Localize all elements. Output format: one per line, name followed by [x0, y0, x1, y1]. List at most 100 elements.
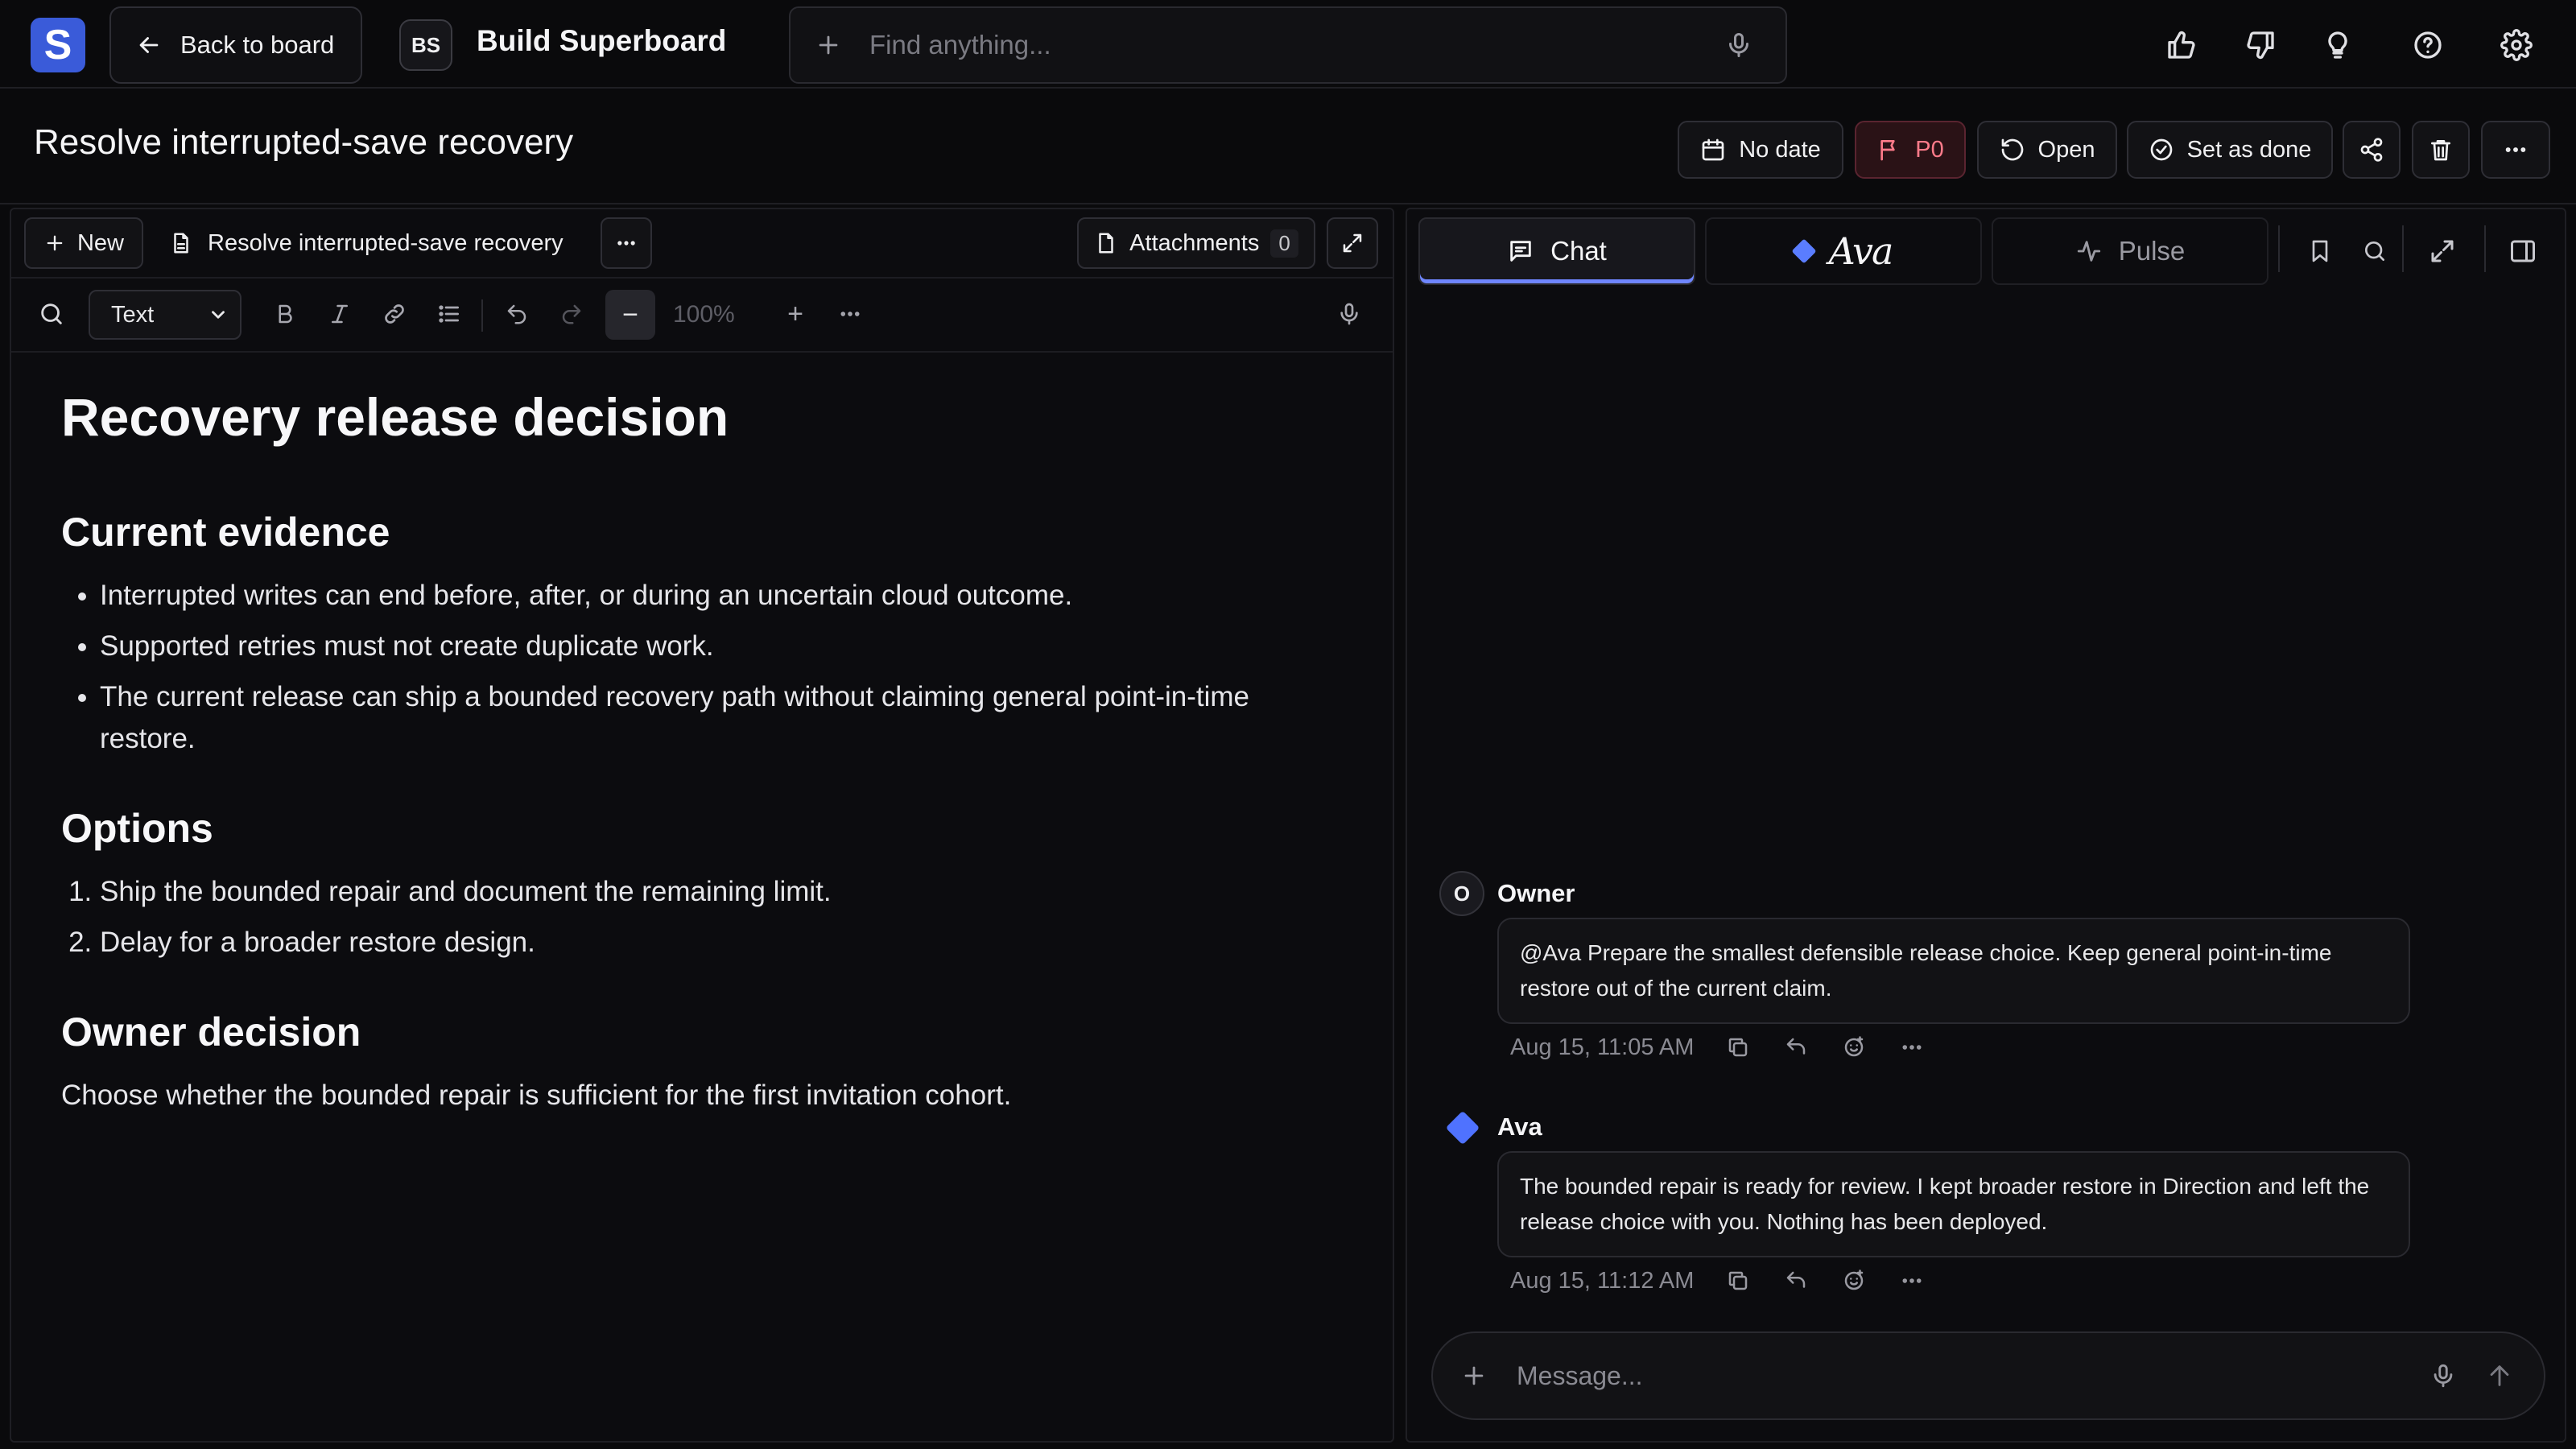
formatting-toolbar: Text − 100% +	[11, 279, 1393, 353]
delete-button[interactable]	[2412, 121, 2470, 179]
numbered-list: Ship the bounded repair and document the…	[61, 871, 1333, 964]
microphone-icon[interactable]	[2429, 1362, 2457, 1389]
message-author: Owner	[1497, 879, 1575, 907]
set-as-done-button[interactable]: Set as done	[2127, 121, 2333, 179]
avatar[interactable]: O	[1439, 871, 1484, 916]
board-avatar[interactable]: BS	[399, 19, 452, 71]
ava-logo-icon	[1791, 238, 1817, 264]
settings-icon[interactable]	[2494, 23, 2539, 68]
text-style-select[interactable]: Text	[89, 290, 242, 340]
lightbulb-icon[interactable]	[2315, 23, 2360, 68]
copy-icon[interactable]	[1724, 1034, 1752, 1061]
document-menu-button[interactable]	[601, 217, 652, 269]
search-input[interactable]	[869, 30, 1697, 60]
chat-panel: Chat Ava Pulse O Owner @Ava Prepare the …	[1406, 208, 2566, 1443]
due-date-label: No date	[1739, 136, 1821, 163]
expand-icon[interactable]	[2420, 229, 2465, 274]
italic-icon[interactable]	[320, 295, 359, 333]
bookmark-icon[interactable]	[2297, 229, 2343, 274]
zoom-out-button[interactable]: −	[605, 290, 655, 340]
document-tab-label: Resolve interrupted-save recovery	[208, 229, 564, 256]
list-item: Interrupted writes can end before, after…	[100, 575, 1333, 617]
zoom-in-button[interactable]: +	[776, 295, 815, 333]
bulleted-list-icon[interactable]	[430, 295, 469, 333]
undo-icon[interactable]	[497, 295, 536, 333]
microphone-icon[interactable]	[1330, 295, 1368, 333]
share-button[interactable]	[2343, 121, 2401, 179]
send-arrow-icon[interactable]	[2486, 1362, 2513, 1389]
plus-icon[interactable]	[815, 31, 842, 59]
bold-icon[interactable]	[266, 295, 304, 333]
attachments-button[interactable]: Attachments 0	[1077, 217, 1315, 269]
priority-button[interactable]: P0	[1855, 121, 1966, 179]
thumbs-up-icon[interactable]	[2159, 23, 2204, 68]
arrow-left-icon	[135, 31, 163, 59]
reply-icon[interactable]	[1782, 1034, 1810, 1061]
ava-avatar-icon[interactable]	[1445, 1110, 1480, 1146]
microphone-icon[interactable]	[1724, 31, 1753, 60]
add-reaction-icon[interactable]	[1840, 1267, 1868, 1294]
more-horizontal-icon[interactable]	[1898, 1267, 1926, 1294]
chevron-down-icon	[208, 304, 229, 325]
paragraph: Choose whether the bounded repair is suf…	[61, 1080, 1012, 1111]
plus-icon	[43, 232, 66, 254]
redo-icon[interactable]	[552, 295, 591, 333]
tab-pulse[interactable]: Pulse	[1992, 217, 2268, 285]
back-to-board-button[interactable]: Back to board	[109, 6, 362, 84]
board-name[interactable]: Build Superboard	[477, 24, 726, 58]
list-item: Supported retries must not create duplic…	[100, 625, 1333, 667]
copy-icon[interactable]	[1724, 1267, 1752, 1294]
zoom-level: 100%	[673, 301, 735, 328]
search-icon[interactable]	[2352, 229, 2397, 274]
status-button[interactable]: Open	[1977, 121, 2117, 179]
toolbar-divider	[481, 299, 483, 332]
back-to-board-label: Back to board	[180, 31, 335, 59]
tab-ava[interactable]: Ava	[1705, 217, 1982, 285]
expand-editor-button[interactable]	[1327, 217, 1378, 269]
document-editor: New Resolve interrupted-save recovery At…	[10, 208, 1394, 1443]
help-icon[interactable]	[2405, 23, 2450, 68]
search-bar[interactable]	[789, 6, 1787, 84]
task-title[interactable]: Resolve interrupted-save recovery	[34, 122, 573, 163]
new-document-button[interactable]: New	[24, 217, 143, 269]
list-item: Ship the bounded repair and document the…	[100, 871, 1333, 913]
reply-icon[interactable]	[1782, 1267, 1810, 1294]
list-item: The current release can ship a bounded r…	[100, 676, 1333, 760]
more-horizontal-icon[interactable]	[831, 295, 869, 333]
more-horizontal-icon	[2503, 137, 2529, 163]
bulleted-list: Interrupted writes can end before, after…	[61, 575, 1333, 760]
document-tab[interactable]: Resolve interrupted-save recovery	[169, 217, 564, 269]
message-timestamp: Aug 15, 11:12 AM	[1510, 1267, 1695, 1294]
section-heading: Owner decision	[61, 1009, 361, 1055]
app-logo[interactable]: S	[31, 18, 85, 72]
file-text-icon	[169, 231, 193, 255]
expand-icon	[1340, 231, 1364, 255]
message-timestamp: Aug 15, 11:05 AM	[1510, 1034, 1695, 1060]
plus-icon[interactable]	[1460, 1362, 1488, 1389]
trash-icon	[2428, 137, 2454, 163]
message-input[interactable]	[1517, 1360, 2401, 1391]
more-horizontal-icon[interactable]	[1898, 1034, 1926, 1061]
document-heading: Recovery release decision	[61, 387, 729, 447]
message-bubble[interactable]: @Ava Prepare the smallest defensible rel…	[1497, 918, 2410, 1024]
tab-chat[interactable]: Chat	[1418, 217, 1695, 285]
more-horizontal-icon	[615, 232, 638, 254]
tab-divider	[2484, 225, 2486, 272]
link-icon[interactable]	[375, 295, 414, 333]
tab-chat-label: Chat	[1550, 236, 1607, 266]
sidebar-toggle-icon[interactable]	[2500, 229, 2545, 274]
priority-label: P0	[1915, 136, 1944, 163]
flag-icon	[1876, 137, 1902, 163]
due-date-button[interactable]: No date	[1678, 121, 1843, 179]
top-bar: S Back to board BS Build Superboard	[0, 0, 2576, 89]
attachments-label: Attachments	[1129, 229, 1260, 256]
message-bubble[interactable]: The bounded repair is ready for review. …	[1497, 1151, 2410, 1257]
attachments-count: 0	[1270, 229, 1298, 258]
add-reaction-icon[interactable]	[1840, 1034, 1868, 1061]
thumbs-down-icon[interactable]	[2238, 23, 2283, 68]
message-composer	[1431, 1331, 2545, 1420]
search-icon[interactable]	[32, 295, 71, 333]
more-options-button[interactable]	[2481, 121, 2550, 179]
document-content[interactable]: Recovery release decision Current eviden…	[61, 386, 1333, 1117]
list-item: Delay for a broader restore design.	[100, 922, 1333, 964]
